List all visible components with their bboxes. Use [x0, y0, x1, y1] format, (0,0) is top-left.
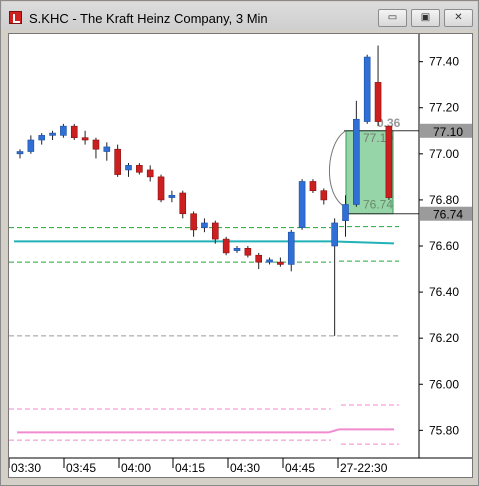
- chart-window: S.KHC - The Kraft Heinz Company, 3 Min ▭…: [0, 0, 479, 486]
- candle-body: [81, 137, 89, 141]
- chart-panel[interactable]: 77.10 76.74 0.36 77.40 77.20 77.00 76.80 76.60…: [8, 33, 473, 478]
- restore-button[interactable]: ▣: [411, 9, 440, 27]
- candle-body: [222, 238, 230, 254]
- candle-body: [363, 56, 371, 122]
- candle-body: [60, 125, 67, 136]
- x-tick-label: 03:45: [66, 461, 96, 475]
- price-tag-label: 76.74: [433, 208, 463, 222]
- candle-body: [298, 181, 306, 228]
- price-chart[interactable]: 77.1076.740.36 77.4077.2077.0076.8076.60…: [9, 34, 472, 477]
- candle-body: [320, 190, 328, 201]
- candle-body: [277, 261, 284, 265]
- candle-body: [342, 204, 349, 221]
- x-tick-label: 03:30: [11, 461, 41, 475]
- candle-body: [38, 135, 46, 141]
- x-tick-label: 04:00: [121, 461, 151, 475]
- y-tick-label: 76.80: [429, 193, 459, 207]
- x-tick-label: 27-22:30: [340, 461, 388, 475]
- middle-teal-line: [330, 240, 395, 245]
- title-bar[interactable]: S.KHC - The Kraft Heinz Company, 3 Min ▭…: [2, 2, 477, 30]
- y-tick-label: 76.20: [429, 331, 459, 345]
- candle-body: [385, 125, 393, 198]
- candle-body: [70, 125, 78, 138]
- candle-body: [49, 132, 56, 136]
- y-tick-label: 77.20: [429, 101, 459, 115]
- y-tick-label: 75.80: [429, 423, 459, 437]
- candle-body: [374, 82, 382, 122]
- candle-body: [92, 139, 100, 150]
- candle-body: [103, 146, 111, 152]
- candle-body: [190, 213, 197, 231]
- candle-body: [201, 222, 208, 228]
- candle-body: [255, 254, 262, 263]
- minimize-button[interactable]: ▭: [378, 9, 407, 27]
- candle-body: [233, 248, 241, 251]
- candle-body: [136, 165, 143, 173]
- pink-mid-line: [328, 428, 340, 434]
- y-tick-label: 77.00: [429, 147, 459, 161]
- candle-body: [244, 248, 252, 256]
- position-connector: [328, 130, 347, 209]
- x-tick-label: 04:30: [230, 461, 260, 475]
- y-tick-label: 76.60: [429, 239, 459, 253]
- window-title: S.KHC - The Kraft Heinz Company, 3 Min: [29, 11, 268, 26]
- candle-body: [212, 222, 219, 240]
- x-tick-label: 04:45: [285, 461, 315, 475]
- candle-body: [125, 165, 132, 171]
- chart-app-icon[interactable]: [9, 11, 22, 24]
- candle-body: [157, 176, 165, 201]
- candle-body: [353, 118, 360, 205]
- candle-body: [266, 259, 273, 263]
- y-tick-label: 76.40: [429, 285, 459, 299]
- candle-body: [331, 222, 338, 247]
- candle-body: [114, 148, 121, 175]
- y-tick-label: 77.40: [429, 55, 459, 69]
- candle-body: [27, 139, 35, 152]
- y-tick-label: 76.00: [429, 377, 459, 391]
- candle-body: [287, 231, 295, 265]
- x-tick-label: 04:15: [175, 461, 205, 475]
- candle-body: [16, 151, 24, 155]
- candle-body: [309, 181, 317, 191]
- candle-body: [146, 169, 154, 178]
- price-tag-label: 77.10: [433, 125, 463, 139]
- candle-body: [179, 192, 187, 215]
- close-button[interactable]: ✕: [444, 9, 473, 27]
- candle-body: [168, 195, 176, 198]
